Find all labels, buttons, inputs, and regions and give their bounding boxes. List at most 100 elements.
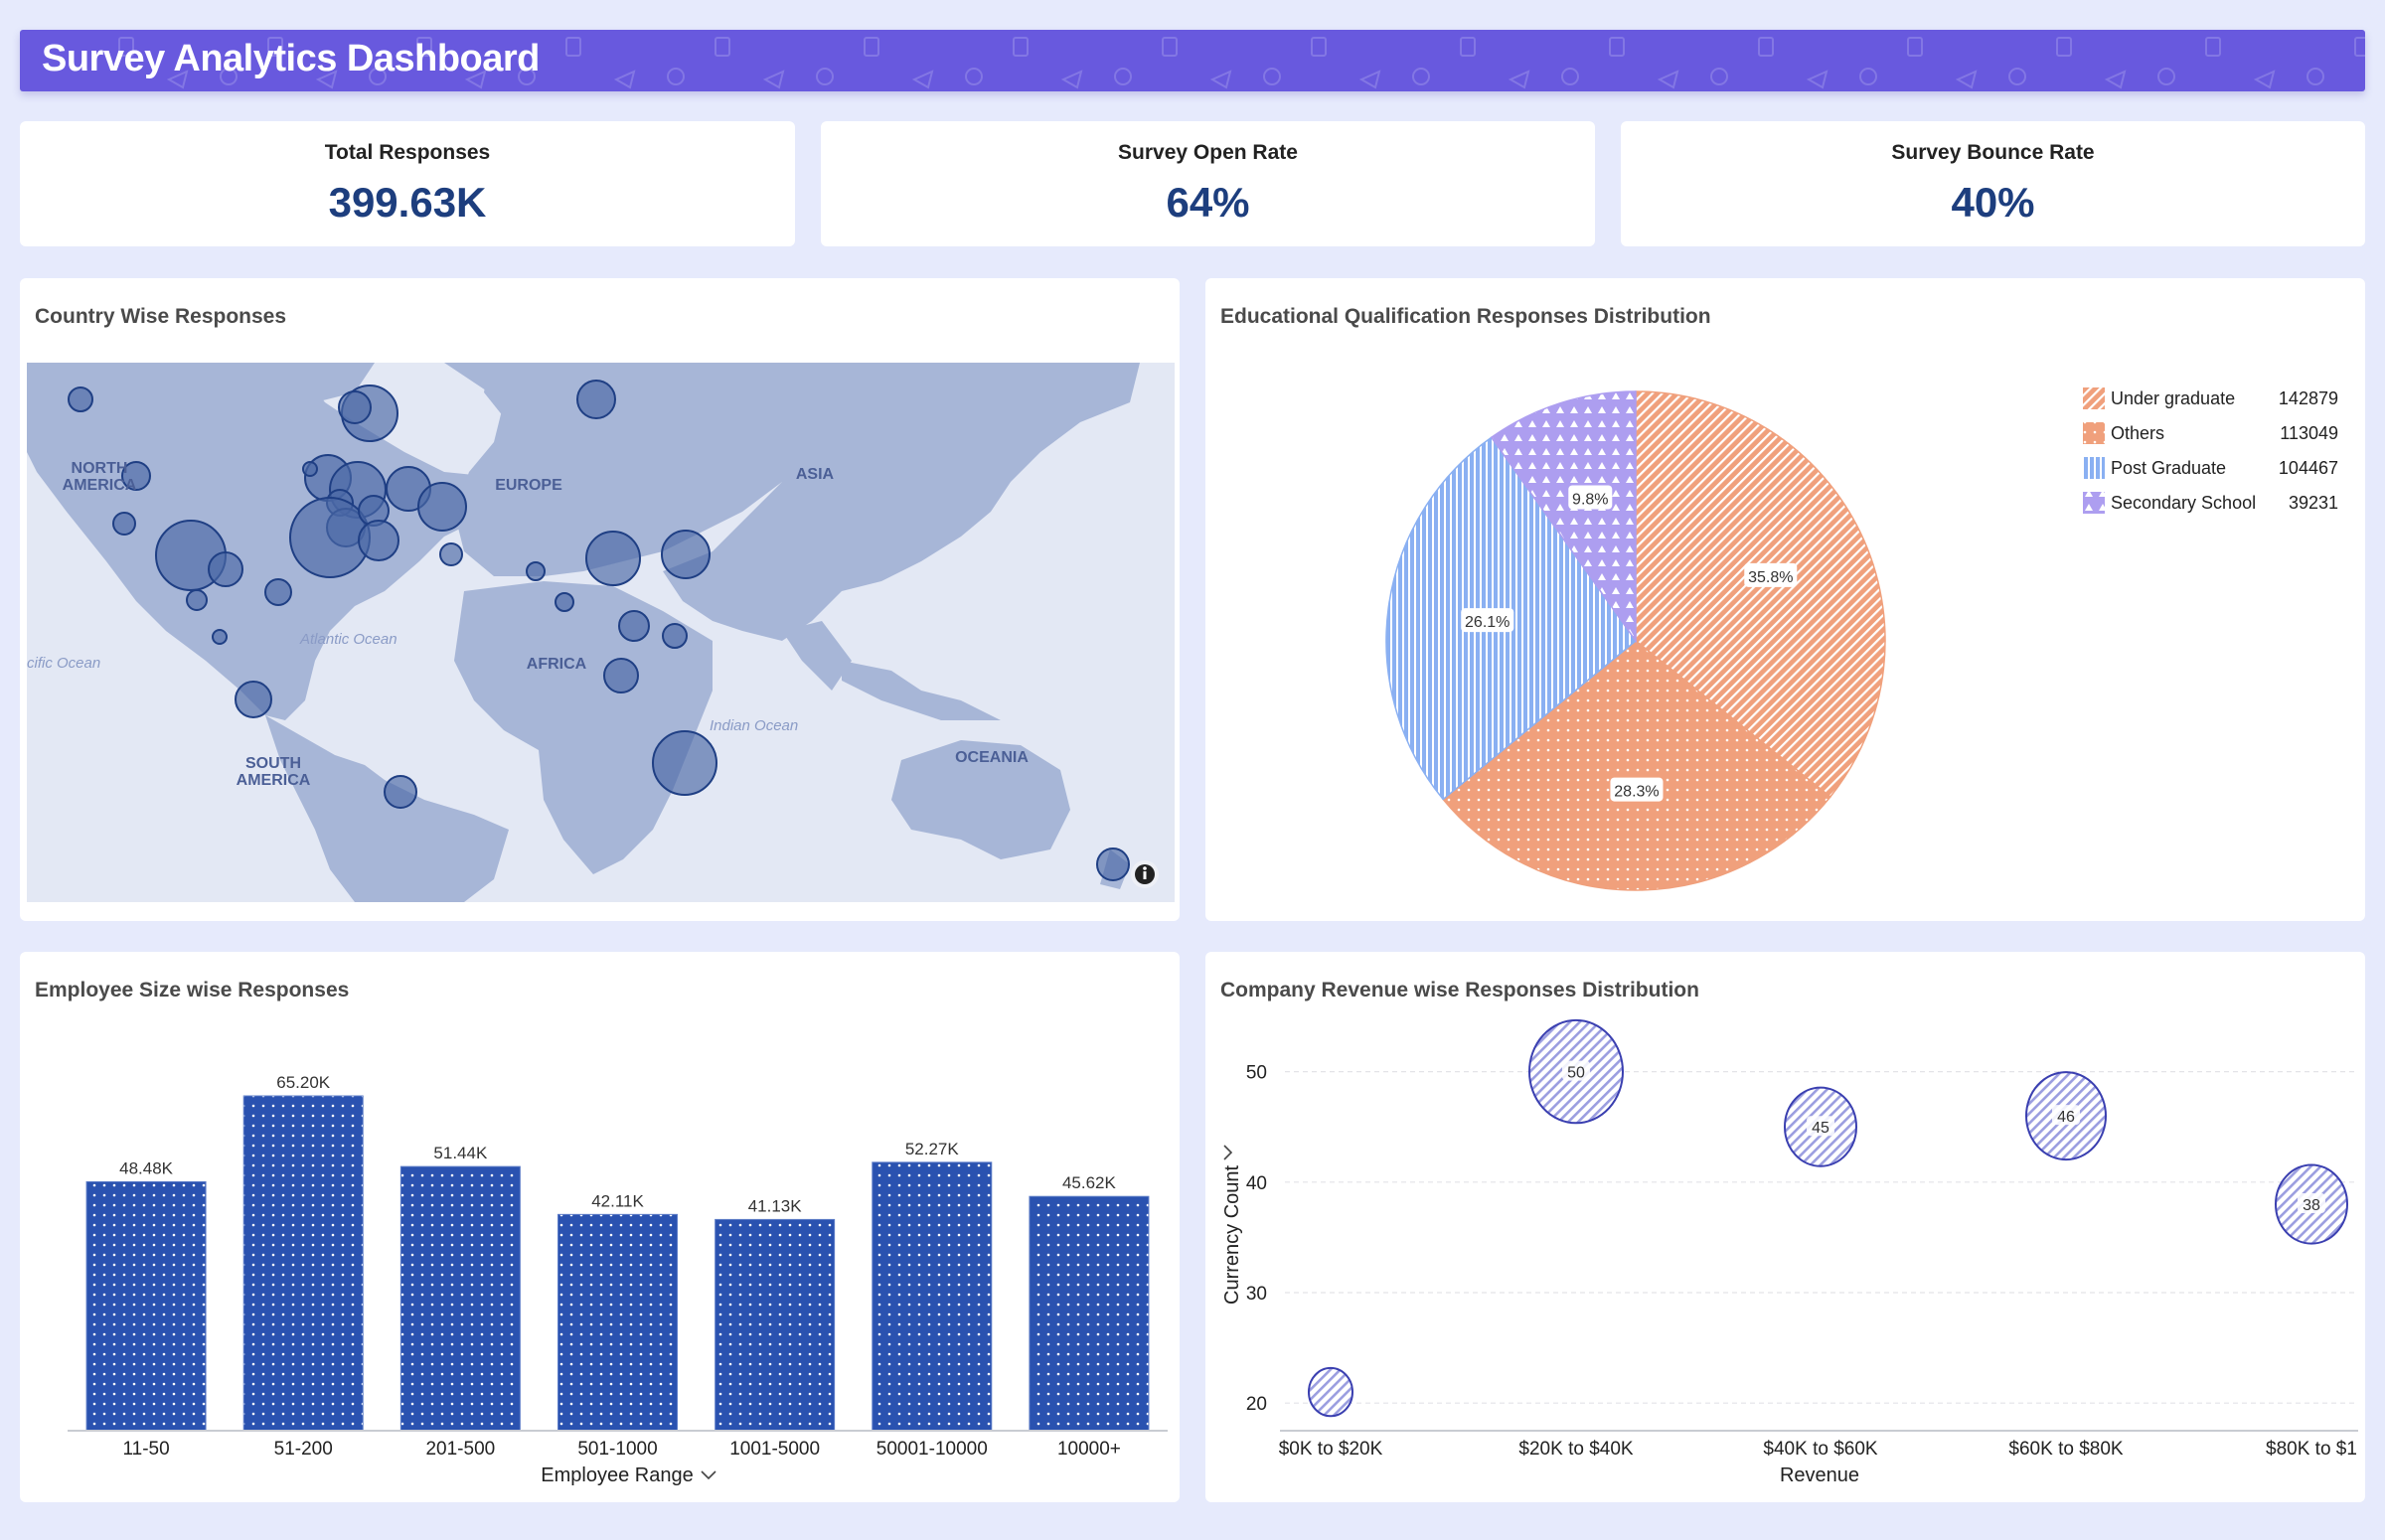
map-bubble[interactable] xyxy=(439,542,463,566)
map-bubble[interactable] xyxy=(212,629,228,645)
bubble[interactable] xyxy=(1308,1366,1353,1418)
map-bubble[interactable] xyxy=(585,531,641,586)
legend-label[interactable]: Secondary School xyxy=(2111,493,2256,513)
doc-icon xyxy=(2056,37,2072,57)
doc-icon xyxy=(1013,37,1029,57)
mail-icon xyxy=(1806,70,1828,89)
map-bubble[interactable] xyxy=(661,530,711,579)
bar[interactable] xyxy=(872,1161,993,1432)
bar[interactable] xyxy=(557,1213,678,1432)
map-bubble[interactable] xyxy=(1096,847,1130,881)
map-bubble[interactable] xyxy=(526,561,546,581)
mail-icon xyxy=(1955,70,1978,89)
y-tick-label: 30 xyxy=(1246,1284,1267,1305)
bubbles: 50 45 46 38 xyxy=(1308,1018,2348,1418)
doc-icon xyxy=(864,37,879,57)
x-tick-label: $20K to $40K xyxy=(1518,1439,1633,1460)
map-bubble[interactable] xyxy=(618,610,650,642)
refresh-icon xyxy=(1114,68,1132,85)
bar-data-label: 48.48K xyxy=(119,1158,174,1177)
label-pacific-ocean: cific Ocean xyxy=(27,655,100,672)
x-tick-label: 50001-10000 xyxy=(876,1439,988,1460)
map-bubble[interactable] xyxy=(186,589,208,611)
legend-label[interactable]: Post Graduate xyxy=(2111,458,2226,478)
x-tick-label: 51-200 xyxy=(274,1439,333,1460)
map-bubble[interactable] xyxy=(652,730,717,796)
bar[interactable] xyxy=(242,1095,364,1432)
refresh-icon xyxy=(2157,68,2175,85)
map-bubble[interactable] xyxy=(417,482,467,532)
mail-icon xyxy=(1657,70,1679,89)
legend-swatch xyxy=(2083,422,2105,444)
bubble-chart[interactable]: 20 30 40 50 50 45 46 38 $0K to $20K $20K to $40… xyxy=(1205,952,2365,1502)
map-bubble[interactable] xyxy=(662,623,688,649)
map-bubble[interactable] xyxy=(68,386,93,412)
bubble-data-label: 45 xyxy=(1812,1120,1829,1137)
y-tick-label: 20 xyxy=(1246,1394,1267,1415)
x-axis-label: Revenue xyxy=(1780,1464,1859,1486)
map-bubble[interactable] xyxy=(289,497,371,578)
dashboard-title: Survey Analytics Dashboard xyxy=(42,38,540,79)
y-tick-labels: 20 30 40 50 xyxy=(1246,1063,1267,1416)
kpi-survey-bounce-rate: Survey Bounce Rate 40% xyxy=(1621,121,2365,246)
label-africa: AFRICA xyxy=(527,656,587,673)
kpi-value: 399.63K xyxy=(328,179,487,226)
kpi-total-responses: Total Responses 399.63K xyxy=(20,121,795,246)
chevron-down-icon[interactable] xyxy=(701,1470,716,1480)
doc-icon xyxy=(565,37,581,57)
bar-x-tick-labels: 11-50 51-200 201-500 501-1000 1001-5000 50001… xyxy=(122,1439,1120,1460)
kpi-label: Survey Open Rate xyxy=(1118,141,1298,164)
mail-icon xyxy=(2253,70,2276,89)
refresh-icon xyxy=(1710,68,1728,85)
chevron-icon[interactable] xyxy=(1223,1145,1233,1160)
legend-label[interactable]: Under graduate xyxy=(2111,388,2235,408)
label-europe: EUROPE xyxy=(495,477,562,494)
legend-swatch xyxy=(2083,492,2105,514)
x-tick-label: 11-50 xyxy=(122,1439,169,1460)
map-bubble[interactable] xyxy=(576,380,616,419)
map-panel: Country Wise Responses NORTH AMERICA SOU… xyxy=(20,278,1180,921)
y-tick-label: 50 xyxy=(1246,1063,1267,1084)
info-icon[interactable] xyxy=(1131,860,1159,888)
doc-icon xyxy=(1609,37,1625,57)
bar[interactable] xyxy=(1029,1195,1150,1432)
refresh-icon xyxy=(965,68,983,85)
bar[interactable] xyxy=(715,1218,836,1432)
legend-label[interactable]: Others xyxy=(2111,423,2164,443)
pie-panel: Educational Qualification Responses Dist… xyxy=(1205,278,2365,921)
mail-icon xyxy=(613,70,636,89)
map-bubble[interactable] xyxy=(603,658,639,693)
kpi-value: 64% xyxy=(1166,179,1250,226)
world-map[interactable]: NORTH AMERICA SOUTH AMERICA EUROPE AFRIC… xyxy=(27,363,1175,902)
label-oceania: OCEANIA xyxy=(955,749,1029,766)
map-bubble[interactable] xyxy=(555,592,574,612)
y-tick-label: 40 xyxy=(1246,1173,1267,1194)
doc-icon xyxy=(1758,37,1774,57)
x-axis-title[interactable]: Employee Range xyxy=(541,1464,716,1486)
map-bubble[interactable] xyxy=(302,461,318,477)
bar-data-label: 52.27K xyxy=(905,1140,960,1158)
mail-icon xyxy=(762,70,785,89)
x-tick-label: 201-500 xyxy=(425,1439,495,1460)
doc-icon xyxy=(1460,37,1476,57)
bar[interactable] xyxy=(85,1180,207,1432)
map-bubble[interactable] xyxy=(358,520,399,561)
bar[interactable] xyxy=(399,1165,521,1432)
map-bubble[interactable] xyxy=(112,512,136,536)
bubble-data-label: 50 xyxy=(1567,1065,1585,1082)
doc-icon xyxy=(1907,37,1923,57)
map-bubble[interactable] xyxy=(264,578,292,606)
x-tick-label: $60K to $80K xyxy=(2008,1439,2123,1460)
bar-chart[interactable]: 48.48K 65.20K 51.44K 42.11K 41.13K 52.27K 45.6… xyxy=(20,952,1180,1502)
map-bubble[interactable] xyxy=(235,681,272,718)
refresh-icon xyxy=(1859,68,1877,85)
map-bubble[interactable] xyxy=(208,551,243,587)
map-bubble[interactable] xyxy=(338,390,372,424)
kpi-value: 40% xyxy=(1951,179,2035,226)
map-bubble[interactable] xyxy=(384,775,417,809)
x-tick-label: 501-1000 xyxy=(577,1439,657,1460)
x-tick-labels: $0K to $20K $20K to $40K $40K to $60K $60K … xyxy=(1279,1439,2357,1460)
pie-chart[interactable]: 35.8% 28.3% 26.1% 9.8% Under graduate 142879… xyxy=(1205,278,2365,921)
bubble-data-label: 46 xyxy=(2057,1109,2075,1126)
y-axis-title[interactable]: Currency Count xyxy=(1221,1145,1243,1305)
